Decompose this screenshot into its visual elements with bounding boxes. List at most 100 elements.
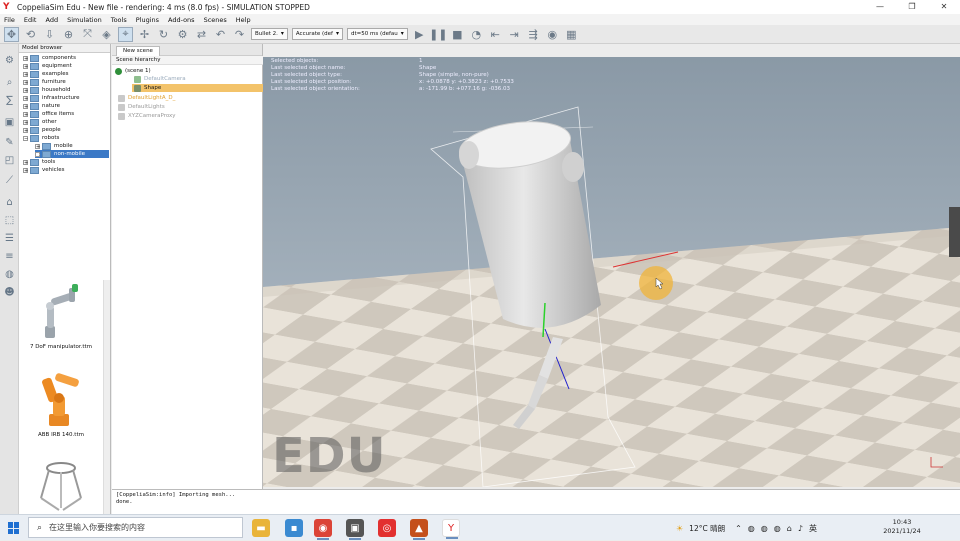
hierarchy-item-scene[interactable]: (scene 1) [115,67,151,75]
model-thumbnail-abb[interactable]: ABB IRB 140.ttm [19,370,103,438]
hierarchy-item-shape[interactable]: Shape [132,84,263,92]
expand-icon[interactable]: + [35,151,40,157]
menu-add[interactable]: Add [45,16,58,24]
tree-item-components[interactable]: + components [23,54,76,62]
tree-item-office-items[interactable]: + office items [23,110,74,118]
video-recorder-icon[interactable]: ◍ [3,268,16,281]
tree-item-other[interactable]: + other [23,118,57,126]
model-browser-icon[interactable]: ⬚ [3,214,16,227]
tree-item-mobile[interactable]: + mobile [35,142,73,150]
stop-simulation-icon[interactable]: ■ [450,27,465,42]
redo-icon[interactable]: ↷ [232,27,247,42]
click-select-icon[interactable]: ⌖ [118,26,133,42]
menu-edit[interactable]: Edit [24,16,37,24]
app-icon[interactable]: ▣ [346,519,364,540]
thumbnails-scrollbar[interactable] [103,280,110,514]
expand-icon[interactable]: + [23,87,28,93]
tree-item-non-mobile[interactable]: + non-mobile [35,150,109,158]
coppeliasim-icon[interactable]: Y [442,519,460,539]
expand-icon[interactable]: + [23,79,28,85]
menu-addons[interactable]: Add-ons [168,16,195,24]
store-icon[interactable]: ▪ [285,519,303,537]
thread-rendering-icon[interactable]: ⇶ [526,27,541,42]
chrome-icon[interactable]: ◉ [314,519,332,540]
tree-item-robots[interactable]: − robots [23,134,59,142]
menu-scenes[interactable]: Scenes [204,16,227,24]
user-settings-icon[interactable]: ☻ [3,286,16,299]
close-button[interactable]: ✕ [928,0,960,14]
page-selector-icon[interactable]: ▦ [564,27,579,42]
tree-item-examples[interactable]: + examples [23,70,69,78]
expand-icon[interactable]: + [35,143,40,149]
collapse-icon[interactable]: − [23,135,28,141]
hierarchy-item-xyzcameraproxy[interactable]: XYZCameraProxy [118,112,176,120]
model-thumbnail-delta[interactable] [19,458,103,514]
tray-app-icon[interactable]: ◍ [774,524,781,533]
transfer-dna-icon[interactable]: ⇄ [194,27,209,42]
camera-angle-icon[interactable]: ◈ [99,27,114,42]
hierarchy-item-defaultlights[interactable]: DefaultLights [118,103,165,111]
expand-icon[interactable]: + [23,71,28,77]
expand-icon[interactable]: + [23,111,28,117]
faster-icon[interactable]: ⇥ [507,27,522,42]
taskbar-search[interactable]: ⌕ 在这里输入你要搜索的内容 [28,517,243,538]
physics-engine-select[interactable]: Bullet 2. ▾ [251,28,288,40]
fit-to-view-icon[interactable]: ⤧ [80,27,95,42]
ime-indicator[interactable]: 英 [809,523,817,534]
hierarchy-item-defaultlight[interactable]: DefaultLightA_D_ [118,94,175,102]
taskbar-clock[interactable]: 10:43 2021/11/24 [872,518,932,536]
camera-shift-icon[interactable]: ⇩ [42,27,57,42]
tray-app-icon[interactable]: ◍ [761,524,768,533]
netease-music-icon[interactable]: ◎ [378,519,396,537]
expand-icon[interactable]: + [23,95,28,101]
tree-item-people[interactable]: + people [23,126,61,134]
matlab-icon[interactable]: ▲ [410,519,428,540]
expand-icon[interactable]: + [23,63,28,69]
assembly-icon[interactable]: ⚙ [175,27,190,42]
file-explorer-icon[interactable]: ▬ [252,519,270,537]
collections-icon[interactable]: ▣ [3,116,16,129]
scene-hierarchy-icon[interactable]: ☰ [3,232,16,245]
expand-icon[interactable]: + [23,127,28,133]
expand-icon[interactable]: + [23,55,28,61]
start-simulation-icon[interactable]: ▶ [412,27,427,42]
expand-icon[interactable]: + [23,103,28,109]
object-shift-icon[interactable]: ✢ [137,27,152,42]
menu-tools[interactable]: Tools [111,16,127,24]
model-thumbnail-7dof[interactable]: 7 DoF manipulator.ttm [19,282,103,350]
toggle-visualization-icon[interactable]: ◉ [545,27,560,42]
tab-new-scene[interactable]: New scene [116,46,160,56]
menu-file[interactable]: File [4,16,15,24]
path-edit-icon[interactable]: ⟋ [3,174,16,187]
accuracy-select[interactable]: Accurate (def ▾ [291,28,343,40]
tree-item-furniture[interactable]: + furniture [23,78,66,86]
tree-item-vehicles[interactable]: + vehicles [23,166,64,174]
expand-icon[interactable]: + [23,159,28,165]
menu-simulation[interactable]: Simulation [67,16,102,24]
layers-icon[interactable]: ≡ [3,250,16,263]
start-button[interactable] [8,522,20,534]
object-rotate-icon[interactable]: ↻ [156,27,171,42]
scripts-icon[interactable]: ✎ [3,136,16,149]
tray-app-icon[interactable]: ◍ [748,524,755,533]
tree-item-infrastructure[interactable]: + infrastructure [23,94,80,102]
pause-simulation-icon[interactable]: ❚❚ [429,27,447,42]
realtime-icon[interactable]: ◔ [469,27,484,42]
menu-plugins[interactable]: Plugins [136,16,159,24]
timestep-select[interactable]: dt=50 ms (defau ▾ [346,28,408,40]
simulation-settings-icon[interactable]: ⚙ [3,54,16,67]
expand-icon[interactable]: + [23,167,28,173]
expand-icon[interactable]: + [23,119,28,125]
slower-icon[interactable]: ⇤ [488,27,503,42]
selection-icon[interactable]: ⌂ [3,196,16,209]
undo-icon[interactable]: ↶ [213,27,228,42]
tree-item-equipment[interactable]: + equipment [23,62,72,70]
show-hidden-icons-icon[interactable]: ⌃ [735,524,742,533]
weather-text[interactable]: 12°C 晴朗 [689,523,725,534]
tree-item-nature[interactable]: + nature [23,102,60,110]
volume-icon[interactable]: ♪ [798,524,803,533]
search-icon[interactable]: ⌕ [3,76,16,89]
camera-zoom-icon[interactable]: ⊕ [61,27,76,42]
hierarchy-item-defaultcamera[interactable]: DefaultCamera [134,75,186,83]
shape-edit-icon[interactable]: ◰ [3,154,16,167]
